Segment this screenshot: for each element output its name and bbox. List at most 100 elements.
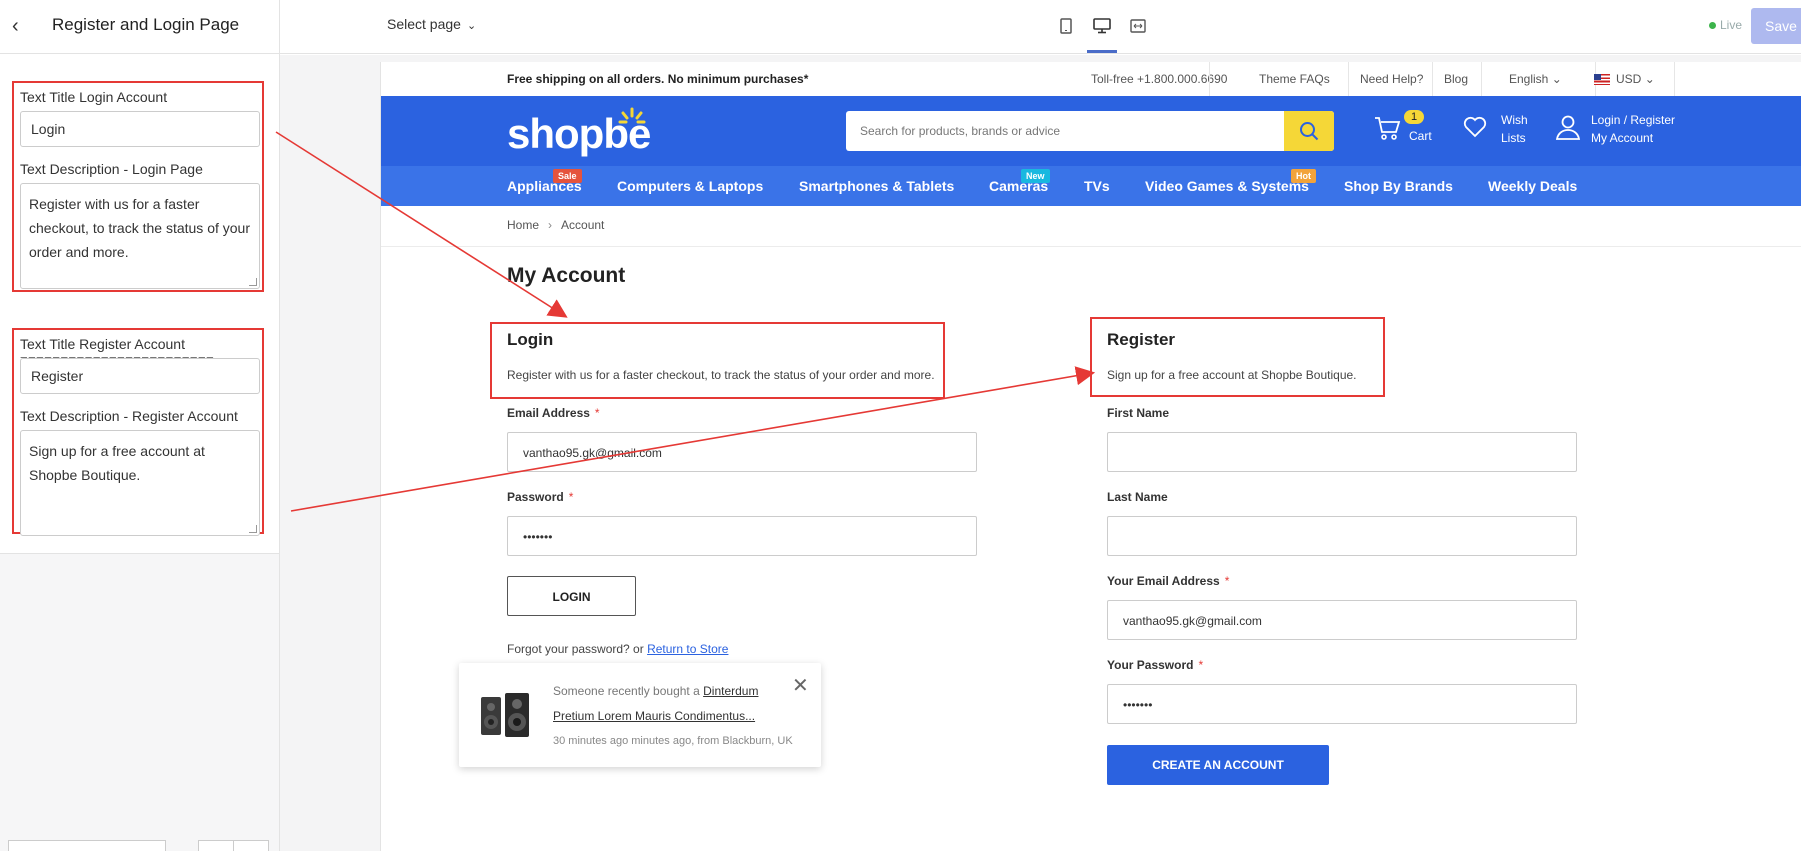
divider	[1432, 62, 1433, 96]
blog-link[interactable]: Blog	[1444, 72, 1468, 86]
new-badge: New	[1021, 169, 1050, 183]
register-desc-textarea[interactable]: Sign up for a free account at Shopbe Bou…	[20, 430, 260, 536]
register-title-input[interactable]: Register	[20, 358, 260, 394]
nav-computers[interactable]: Computers & Laptops	[617, 178, 763, 194]
logo-sun-icon	[618, 107, 646, 124]
chevron-down-icon: ⌄	[1644, 72, 1655, 86]
back-arrow-icon[interactable]: ‹	[12, 16, 32, 36]
nav-weekly-deals[interactable]: Weekly Deals	[1488, 178, 1577, 194]
create-account-button[interactable]: CREATE AN ACCOUNT	[1107, 745, 1329, 785]
announcement-text: Free shipping on all orders. No minimum …	[507, 72, 809, 86]
required-mark: *	[568, 490, 574, 504]
login-button[interactable]: LOGIN	[507, 576, 636, 616]
fullwidth-view-icon[interactable]	[1127, 14, 1149, 38]
register-desc-label: Text Description - Register Account	[20, 408, 238, 424]
chevron-down-icon: ⌄	[1551, 72, 1562, 86]
popup-time: 30 minutes ago minutes ago, from Blackbu…	[553, 735, 793, 747]
password-label-text: Password	[507, 490, 564, 504]
footer-button-left[interactable]	[198, 840, 234, 851]
nav-label: Video Games & Systems	[1145, 178, 1309, 194]
required-mark: *	[594, 406, 600, 420]
register-highlight-box	[1090, 317, 1385, 397]
need-help-link[interactable]: Need Help?	[1360, 72, 1423, 86]
breadcrumb-home[interactable]: Home	[507, 218, 539, 232]
select-page-label: Select page	[387, 16, 461, 32]
search-icon	[1300, 122, 1319, 141]
login-register-link[interactable]: Login / Register	[1591, 112, 1675, 128]
last-name-input[interactable]	[1107, 516, 1577, 556]
tollfree-text: Toll-free +1.800.000.6690	[1091, 72, 1228, 86]
resize-grip-icon[interactable]	[249, 525, 257, 533]
my-account-link[interactable]: My Account	[1591, 130, 1653, 146]
live-dot-icon	[1709, 22, 1716, 29]
first-name-input[interactable]	[1107, 432, 1577, 472]
nav-cameras[interactable]: Cameras New	[989, 169, 1050, 194]
divider	[381, 246, 1801, 247]
store-header: shopbe Search for products, brands or ad…	[381, 96, 1801, 166]
register-desc-text: Sign up for a free account at Shopbe Bou…	[29, 443, 205, 483]
resize-grip-icon[interactable]	[249, 278, 257, 286]
forgot-password-text: Forgot your password? or Return to Store	[507, 642, 728, 656]
language-label: English	[1509, 72, 1549, 86]
register-title-label: Text Title Register Account	[20, 336, 185, 352]
register-password-input[interactable]: •••••••	[1107, 684, 1577, 724]
search-button[interactable]	[1284, 111, 1334, 151]
nav-tvs[interactable]: TVs	[1084, 178, 1110, 194]
page-title: My Account	[507, 264, 626, 287]
desktop-view-icon[interactable]	[1087, 14, 1117, 53]
user-icon	[1555, 115, 1581, 140]
nav-appliances[interactable]: Appliances Sale	[507, 169, 582, 194]
login-highlight-box	[490, 322, 945, 399]
login-email-input[interactable]: vanthao95.gk@gmail.com	[507, 432, 977, 472]
login-title-input[interactable]: Login	[20, 111, 260, 147]
announcement-bar: Free shipping on all orders. No minimum …	[381, 62, 1801, 96]
login-title: Login	[507, 330, 554, 349]
sale-badge: Sale	[553, 169, 582, 183]
cart-button[interactable]	[1373, 114, 1401, 147]
main-nav: Appliances Sale Computers & Laptops Smart…	[381, 166, 1801, 206]
return-to-store-link[interactable]: Return to Store	[647, 642, 728, 656]
cart-label[interactable]: Cart	[1409, 128, 1432, 144]
forgot-text: Forgot your password? or	[507, 642, 644, 656]
login-desc-textarea[interactable]: Register with us for a faster checkout, …	[20, 183, 260, 289]
divider	[1481, 62, 1482, 96]
theme-faqs-link[interactable]: Theme FAQs	[1259, 72, 1330, 86]
chevron-right-icon: ›	[548, 218, 553, 232]
search-bar: Search for products, brands or advice	[846, 111, 1334, 151]
register-description: Sign up for a free account at Shopbe Bou…	[1107, 368, 1357, 382]
panel-footer	[0, 553, 279, 851]
wishlist-link[interactable]	[1462, 114, 1488, 145]
footer-input[interactable]	[8, 840, 166, 851]
login-settings-group: Text Title Login Account Login Text Desc…	[12, 81, 264, 292]
nav-shop-by-brands[interactable]: Shop By Brands	[1344, 178, 1453, 194]
register-email-input[interactable]: vanthao95.gk@gmail.com	[1107, 600, 1577, 640]
currency-selector[interactable]: USD ⌄	[1594, 72, 1655, 86]
nav-smartphones[interactable]: Smartphones & Tablets	[799, 178, 954, 194]
footer-button-right[interactable]	[233, 840, 269, 851]
register-title: Register	[1107, 330, 1176, 349]
register-email-label: Your Email Address *	[1107, 574, 1229, 588]
save-button[interactable]: Save	[1751, 8, 1801, 44]
select-page-dropdown[interactable]: Select page ⌄	[387, 16, 476, 32]
wishlist-line2[interactable]: Lists	[1501, 130, 1526, 146]
nav-video-games[interactable]: Video Games & Systems Hot	[1145, 169, 1316, 194]
wishlist-line1[interactable]: Wish	[1501, 112, 1528, 128]
chevron-down-icon: ⌄	[466, 20, 477, 32]
language-selector[interactable]: English ⌄	[1509, 72, 1562, 86]
speaker-product-image	[481, 693, 529, 737]
cart-icon	[1375, 117, 1401, 140]
login-description: Register with us for a faster checkout, …	[507, 368, 935, 382]
login-desc-text: Register with us for a faster checkout, …	[29, 196, 250, 260]
register-email-label-text: Your Email Address	[1107, 574, 1220, 588]
account-link[interactable]	[1554, 113, 1582, 146]
us-flag-icon	[1594, 74, 1610, 86]
close-icon[interactable]: ✕	[792, 673, 809, 698]
search-input[interactable]: Search for products, brands or advice	[860, 124, 1060, 138]
live-label: Live	[1720, 18, 1743, 32]
login-password-input[interactable]: •••••••	[507, 516, 977, 556]
heart-icon	[1463, 116, 1487, 138]
mobile-view-icon[interactable]	[1055, 14, 1077, 38]
required-mark: *	[1224, 574, 1230, 588]
register-settings-group: Text Title Register Account Register Tex…	[12, 328, 264, 536]
currency-label: USD	[1616, 72, 1642, 86]
